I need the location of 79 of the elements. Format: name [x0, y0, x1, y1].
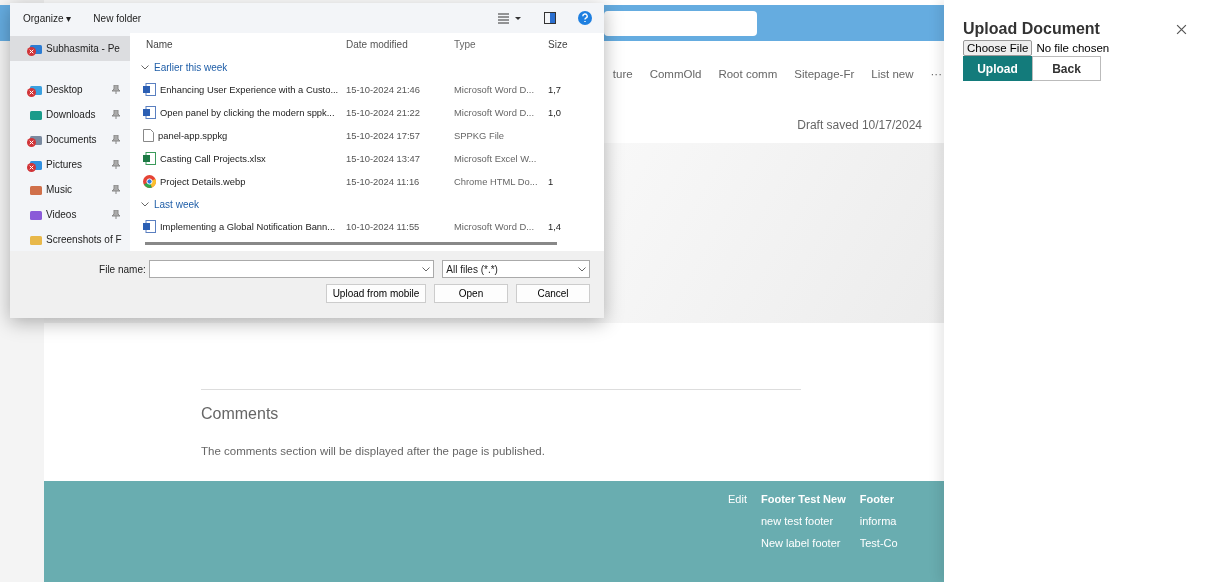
- nav-link[interactable]: ···: [930, 68, 942, 80]
- search-field[interactable]: [604, 10, 757, 36]
- file-type: Microsoft Word D...: [454, 84, 536, 95]
- file-name[interactable]: Project Details.webp: [160, 176, 246, 187]
- file-type: Microsoft Word D...: [454, 107, 536, 118]
- chevron-down-icon: [578, 266, 586, 272]
- folder-nav-item[interactable]: Documents: [10, 127, 130, 152]
- file-name[interactable]: Open panel by clicking the modern sppk...: [160, 107, 335, 118]
- view-menu-icon[interactable]: [498, 12, 522, 24]
- footer-heading: Footer: [859, 493, 895, 505]
- file-type: Microsoft Excel W...: [454, 153, 538, 164]
- browser-icon: [143, 175, 156, 188]
- file-type-dropdown[interactable]: All files (*.*): [442, 260, 590, 278]
- panel-button[interactable]: Upload: [963, 56, 1032, 81]
- panel-button[interactable]: Back: [1032, 56, 1101, 81]
- column-header[interactable]: Type: [454, 39, 548, 50]
- file-date: 15-10-2024 11:16: [346, 176, 421, 187]
- choose-file-button[interactable]: Choose File: [963, 40, 1033, 56]
- file-type: Chrome HTML Do...: [454, 176, 539, 187]
- panel-title: Upload Document: [963, 20, 1100, 38]
- spreadsheet-icon: [143, 152, 156, 165]
- column-header[interactable]: Date modified: [346, 39, 454, 50]
- file-size: 1,7: [548, 84, 563, 95]
- file-size: 1: [548, 176, 555, 187]
- comments-heading: Comments: [201, 405, 280, 423]
- file-name-label: File name:: [98, 263, 147, 275]
- column-header[interactable]: Name: [138, 39, 346, 50]
- group-header[interactable]: Last week: [154, 198, 200, 210]
- folder-nav-item[interactable]: Subhasmita - Pe: [10, 36, 130, 61]
- file-date: 15-10-2024 21:46: [346, 84, 422, 95]
- nav-link[interactable]: List new: [871, 68, 914, 80]
- dialog-button[interactable]: Open: [434, 284, 508, 303]
- nav-link[interactable]: Sitepage-Fr: [794, 68, 855, 80]
- chevron-down-icon[interactable]: [141, 64, 149, 70]
- folder-nav-item[interactable]: Desktop: [10, 77, 130, 102]
- nav-link[interactable]: ture: [612, 68, 633, 80]
- footer-heading: Footer Test New: [760, 493, 846, 505]
- new-folder-button[interactable]: New folder: [93, 12, 142, 24]
- help-icon[interactable]: [578, 11, 592, 25]
- file-size: 1,0: [548, 107, 563, 118]
- folder-icon: [29, 233, 43, 246]
- file-type: SPPKG File: [454, 130, 505, 141]
- file-name[interactable]: panel-app.sppkg: [158, 130, 228, 141]
- chevron-down-icon[interactable]: [141, 201, 149, 207]
- nav-link[interactable]: CommOld: [649, 68, 702, 80]
- folder-nav-item[interactable]: Screenshots of F: [10, 227, 130, 251]
- folder-nav-item[interactable]: Pictures: [10, 152, 130, 177]
- file-name[interactable]: Casting Call Projects.xlsx: [160, 153, 266, 164]
- file-date: 10-10-2024 11:55: [346, 221, 421, 232]
- nav-link[interactable]: Root comm: [718, 68, 778, 80]
- folder-nav-item[interactable]: Music: [10, 177, 130, 202]
- file-name[interactable]: Implementing a Global Notification Bann...: [160, 221, 336, 232]
- folder-icon: [29, 183, 43, 196]
- word-document-icon: [143, 106, 156, 119]
- draft-status: Draft saved 10/17/2024: [797, 118, 922, 132]
- file-status: No file chosen: [1036, 42, 1110, 54]
- file-size: 1,4: [548, 221, 563, 232]
- folder-nav-item[interactable]: Downloads: [10, 102, 130, 127]
- file-date: 15-10-2024 21:22: [346, 107, 422, 118]
- column-header[interactable]: Size: [548, 39, 578, 50]
- organize-menu[interactable]: Organize ▾: [23, 12, 72, 24]
- folder-icon: [29, 208, 43, 221]
- folder-nav-item[interactable]: Videos: [10, 202, 130, 227]
- folder-icon: [29, 108, 43, 121]
- word-document-icon: [143, 83, 156, 96]
- word-document-icon: [143, 220, 156, 233]
- file-name-field[interactable]: [148, 260, 435, 278]
- preview-pane-icon[interactable]: [544, 12, 556, 24]
- file-date: 15-10-2024 17:57: [346, 130, 422, 141]
- blank-file-icon: [143, 129, 154, 142]
- close-icon[interactable]: [1176, 23, 1187, 35]
- group-header[interactable]: Earlier this week: [154, 61, 228, 73]
- file-date: 15-10-2024 13:47: [346, 153, 422, 164]
- dialog-button[interactable]: Cancel: [516, 284, 590, 303]
- file-name[interactable]: Enhancing User Experience with a Custo...: [160, 84, 339, 95]
- chevron-down-icon[interactable]: [422, 266, 431, 272]
- file-type: Microsoft Word D...: [454, 221, 536, 232]
- comments-note: The comments section will be displayed after the page is published.: [201, 445, 546, 457]
- dialog-button[interactable]: Upload from mobile: [326, 284, 426, 303]
